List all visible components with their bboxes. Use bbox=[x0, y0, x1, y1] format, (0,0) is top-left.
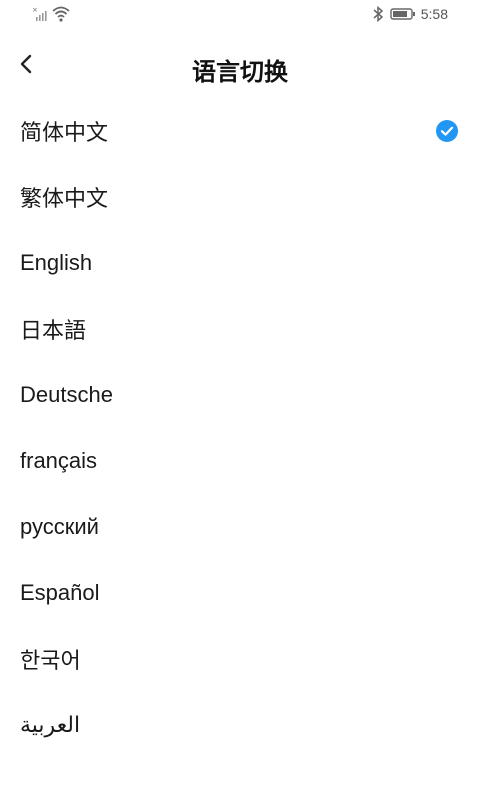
language-item-traditional-chinese[interactable]: 繁体中文 bbox=[0, 164, 480, 230]
language-label: 繁体中文 bbox=[20, 186, 109, 211]
language-item-spanish[interactable]: Español bbox=[0, 560, 480, 626]
battery-icon bbox=[390, 7, 416, 21]
language-list: 简体中文 繁体中文 English 日本語 Deutsche français … bbox=[0, 98, 480, 758]
status-bar-left: × bbox=[32, 6, 70, 22]
language-label: Deutsche bbox=[20, 382, 113, 407]
status-bar-right: 5:58 bbox=[372, 6, 448, 22]
language-label: français bbox=[20, 448, 98, 473]
language-item-english[interactable]: English bbox=[0, 230, 480, 296]
language-item-french[interactable]: français bbox=[0, 428, 480, 494]
language-item-japanese[interactable]: 日本語 bbox=[0, 296, 480, 362]
language-label: 한국어 bbox=[20, 648, 81, 673]
status-time: 5:58 bbox=[420, 6, 448, 22]
page-title: 语言切换 bbox=[192, 58, 288, 86]
status-bar: × 5:58 bbox=[0, 0, 480, 32]
check-circle-icon bbox=[436, 120, 458, 142]
language-item-russian[interactable]: русский bbox=[0, 494, 480, 560]
bluetooth-icon bbox=[372, 6, 384, 22]
language-label: русский bbox=[20, 514, 99, 539]
language-label: 日本語 bbox=[20, 318, 87, 343]
language-label: English bbox=[20, 250, 93, 275]
language-label: 简体中文 bbox=[20, 120, 109, 145]
svg-text:×: × bbox=[32, 6, 38, 14]
language-settings-screen: × 5:58 语言切换 简体中文 繁体中文 English 日本語 Deutsc… bbox=[0, 0, 480, 800]
language-item-simplified-chinese[interactable]: 简体中文 bbox=[0, 98, 480, 164]
header: 语言切换 bbox=[0, 40, 480, 94]
language-label: Español bbox=[20, 580, 100, 605]
language-item-arabic[interactable]: العربية bbox=[0, 692, 480, 758]
no-sim-signal-icon: × bbox=[32, 6, 48, 22]
wifi-icon bbox=[52, 6, 70, 22]
language-item-german[interactable]: Deutsche bbox=[0, 362, 480, 428]
language-label: العربية bbox=[20, 712, 81, 737]
language-item-korean[interactable]: 한국어 bbox=[0, 626, 480, 692]
